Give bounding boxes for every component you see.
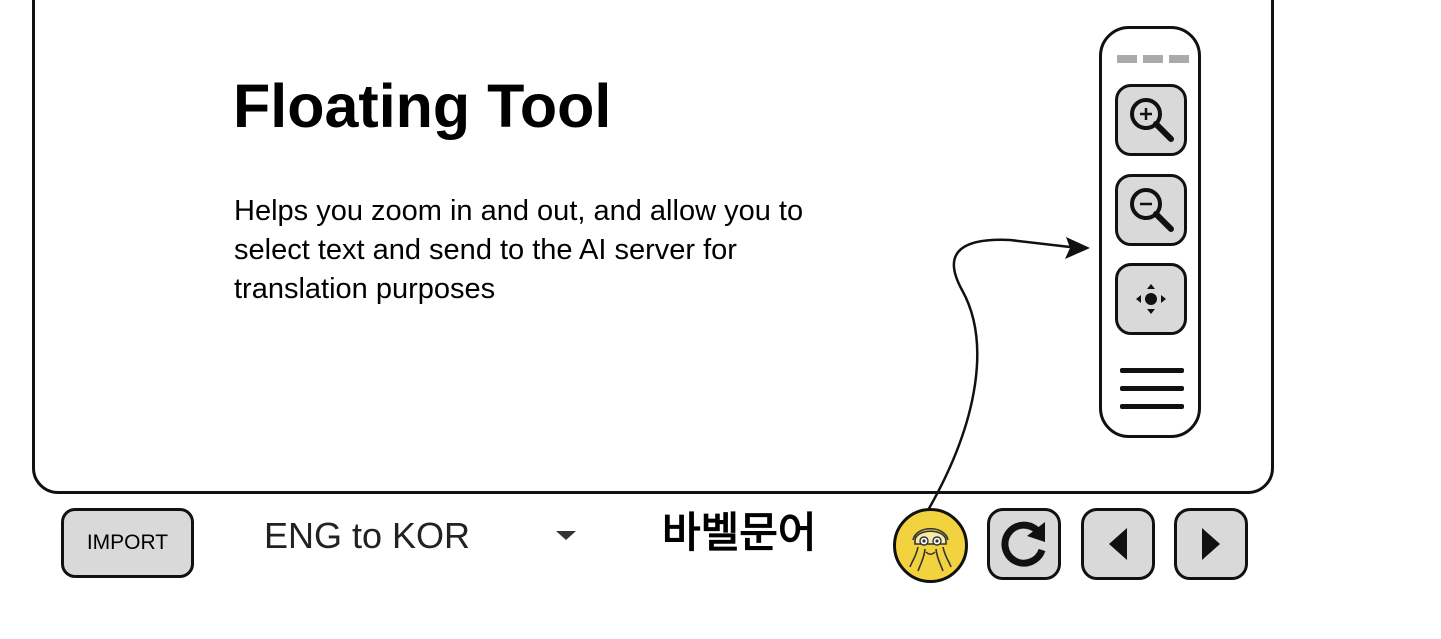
previous-page-button[interactable]: [1081, 508, 1155, 580]
refresh-button[interactable]: [987, 508, 1061, 580]
language-dropdown-value: ENG to KOR: [264, 515, 471, 556]
drag-handle-icon[interactable]: [1117, 55, 1189, 63]
previous-page-icon: [1109, 528, 1127, 560]
floating-tool-palette[interactable]: [1099, 26, 1201, 438]
zoom-out-button[interactable]: [1115, 174, 1187, 246]
octopus-mascot-icon: [909, 527, 952, 572]
refresh-icon: [1001, 521, 1046, 567]
page-description: Helps you zoom in and out, and allow you…: [234, 195, 804, 305]
zoom-out-icon: [1130, 188, 1174, 232]
zoom-in-button[interactable]: [1115, 84, 1187, 156]
zoom-in-icon: [1130, 98, 1174, 142]
brand-logo-text: 바벨문어: [662, 509, 817, 556]
mascot-avatar-button[interactable]: [893, 508, 968, 583]
import-button[interactable]: IMPORT: [61, 508, 194, 578]
next-page-button[interactable]: [1174, 508, 1248, 580]
move-button[interactable]: [1115, 263, 1187, 335]
language-dropdown[interactable]: ENG to KOR: [262, 510, 587, 562]
move-icon: [1136, 284, 1166, 314]
page-title: Floating Tool: [233, 72, 612, 140]
chevron-down-icon: [556, 531, 576, 540]
next-page-icon: [1202, 528, 1220, 560]
hamburger-menu-icon[interactable]: [1120, 366, 1184, 412]
